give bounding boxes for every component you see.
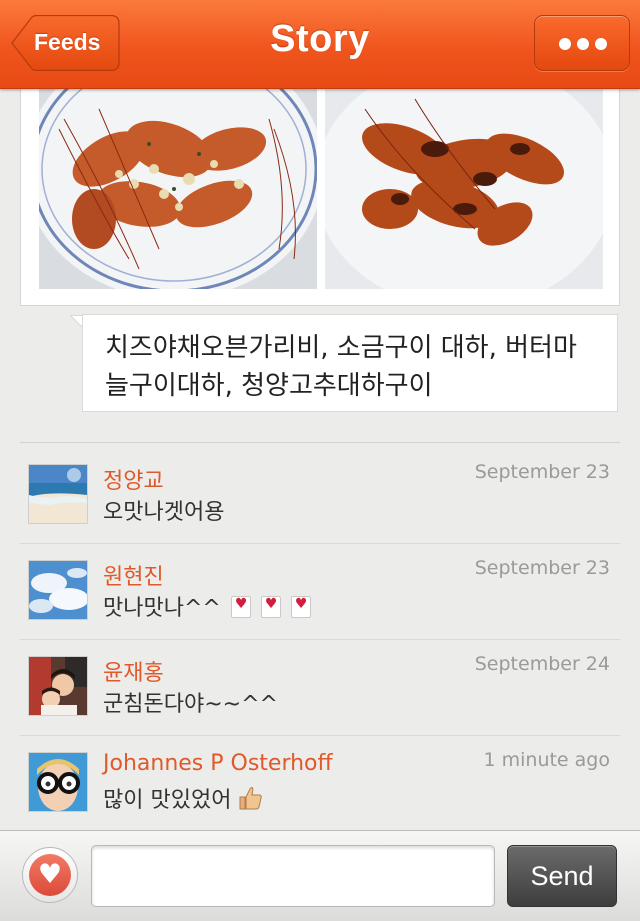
comment-item: 윤재홍 September 24 군침돈다야~~^^ [0, 642, 640, 738]
comment-author[interactable]: Johannes P Osterhoff [103, 751, 333, 776]
post-caption: 치즈야채오븐가리비, 소금구이 대하, 버터마늘구이대하, 청양고추대하구이 [82, 314, 618, 412]
post-photo-2[interactable] [325, 89, 603, 289]
thumbs-up-emoji-icon [237, 785, 263, 817]
comment-author[interactable]: 윤재홍 [103, 655, 164, 687]
heart-icon: ♥ [37, 859, 63, 890]
comment-divider [20, 735, 620, 736]
avatar[interactable] [29, 753, 87, 811]
heart-emoji-icon [230, 596, 251, 618]
comments-divider [20, 442, 620, 443]
comment-text: 오맛나겟어용 [103, 500, 225, 525]
avatar[interactable] [29, 561, 87, 619]
comment-item: Johannes P Osterhoff 1 minute ago 많이 맛있었… [0, 738, 640, 834]
heart-emoji-icon [260, 596, 281, 618]
comment-input[interactable] [91, 845, 495, 907]
send-button[interactable]: Send [507, 845, 617, 907]
comment-text: 군침돈다야~~^^ [103, 692, 278, 717]
comment-divider [20, 543, 620, 544]
more-options-button[interactable] [534, 15, 630, 71]
post-photo-1[interactable] [39, 89, 317, 289]
navigation-bar: Feeds Story [0, 0, 640, 89]
heart-emoji-icon [290, 596, 311, 618]
comment-date: September 23 [474, 557, 610, 579]
like-button[interactable]: ♥ [22, 847, 78, 903]
avatar[interactable] [29, 465, 87, 523]
comment-date: September 23 [474, 461, 610, 483]
comment-divider [20, 639, 620, 640]
comment-date: September 24 [474, 653, 610, 675]
comment-date: 1 minute ago [483, 749, 610, 771]
comment-item: 정양교 September 23 오맛나겟어용 [0, 450, 640, 546]
comment-text-row: 맛나맛나^^ [103, 590, 311, 622]
comment-composer-bar: ♥ Send [0, 830, 640, 921]
post-photo-card [20, 70, 620, 306]
comment-item: 원현진 September 23 맛나맛나^^ [0, 546, 640, 642]
comment-text-row: 많이 맛있었어 [103, 782, 263, 817]
avatar[interactable] [29, 657, 87, 715]
comment-text: 많이 맛있었어 [103, 788, 232, 813]
comment-author[interactable]: 정양교 [103, 463, 164, 495]
comment-text: 맛나맛나^^ [103, 596, 221, 621]
comment-author[interactable]: 원현진 [103, 559, 164, 591]
